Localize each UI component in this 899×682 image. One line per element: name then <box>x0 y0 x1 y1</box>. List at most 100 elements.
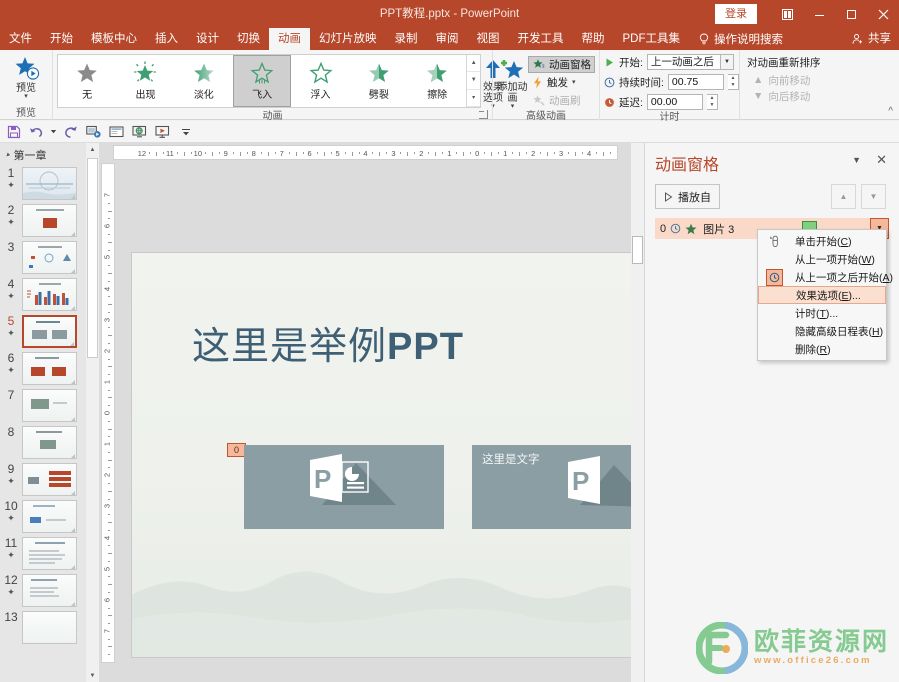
context-menu-start-after-previous[interactable]: 从上一项之后开始(A) <box>758 268 893 286</box>
slide-canvas[interactable]: 这里是举例PPT 0 P 这里是文字 P <box>132 253 632 657</box>
thumbnail-slide-10[interactable] <box>22 500 77 533</box>
ribbon-display-options-icon[interactable] <box>771 0 803 28</box>
stepper-down-icon[interactable]: ▼ <box>707 102 717 109</box>
section-collapse-icon[interactable]: ▾ <box>4 151 12 159</box>
thumbnail-slide-12[interactable] <box>22 574 77 607</box>
start-combo[interactable]: 上一动画之后 ▼ <box>646 54 734 70</box>
new-slide-icon[interactable] <box>106 122 127 141</box>
chevron-down-icon[interactable]: ▼ <box>720 54 734 70</box>
undo-icon[interactable] <box>26 122 47 141</box>
minimize-icon[interactable] <box>803 0 835 28</box>
slide-vertical-scrollbar[interactable] <box>631 143 644 682</box>
slide-title-text[interactable]: 这里是举例PPT <box>192 315 464 370</box>
save-icon[interactable] <box>3 122 24 141</box>
vertical-ruler[interactable]: 7 6 5 4 3 2 1 0 1 2 3 4 5 6 7 <box>101 163 115 663</box>
gallery-scroll-down-icon[interactable]: ▼ <box>467 72 480 90</box>
context-menu-timing[interactable]: 计时(T)... <box>758 304 886 322</box>
tab-file[interactable]: 文件 <box>0 28 41 50</box>
animation-pane-button[interactable]: 动画窗格 <box>528 56 595 73</box>
close-icon[interactable]: ✕ <box>876 152 887 168</box>
tab-slideshow[interactable]: 幻灯片放映 <box>310 28 386 50</box>
thumbnail-slide-9[interactable] <box>22 463 77 496</box>
animation-appear[interactable]: 出现 <box>116 55 174 107</box>
move-down-arrow-icon[interactable]: ▼ <box>861 184 886 209</box>
thumbnail-slide-3[interactable] <box>22 241 77 274</box>
thumbnail-row-9[interactable]: 9 ✦ <box>0 461 99 498</box>
preview-button[interactable]: 预览 ▾ <box>4 52 48 100</box>
thumbnail-row-3[interactable]: 3 <box>0 239 99 276</box>
customize-qat-icon[interactable] <box>175 122 196 141</box>
animation-fade[interactable]: 淡化 <box>175 55 233 107</box>
tab-template-center[interactable]: 模板中心 <box>82 28 146 50</box>
thumbnail-row-11[interactable]: 11 ✦ <box>0 535 99 572</box>
close-icon[interactable] <box>867 0 899 28</box>
stepper-up-icon[interactable]: ▲ <box>707 95 717 102</box>
scroll-down-icon[interactable]: ▼ <box>86 669 99 682</box>
horizontal-ruler[interactable]: 12 11 10 9 8 7 6 5 4 3 2 1 0 1 2 3 4 <box>113 145 618 160</box>
thumbnail-slide-6[interactable] <box>22 352 77 385</box>
context-menu-remove[interactable]: 删除(R) <box>758 340 886 358</box>
thumbnail-row-2[interactable]: 2 ✦ <box>0 202 99 239</box>
animation-none[interactable]: 无 <box>58 55 116 107</box>
animation-dialog-launcher[interactable] <box>479 110 488 119</box>
present-online-icon[interactable] <box>129 122 150 141</box>
thumbnail-row-6[interactable]: 6 ✦ <box>0 350 99 387</box>
context-menu-hide-advanced-timeline[interactable]: 隐藏高级日程表(H) <box>758 322 886 340</box>
gallery-scroll-up-icon[interactable]: ▲ <box>467 55 480 73</box>
thumbnail-scrollbar[interactable]: ▲ ▼ <box>86 143 99 682</box>
tab-insert[interactable]: 插入 <box>146 28 187 50</box>
share-button[interactable]: 共享 <box>852 28 891 50</box>
move-later-button[interactable]: ▼ 向后移动 <box>747 88 810 104</box>
thumbnail-slide-4[interactable] <box>22 278 77 311</box>
tab-review[interactable]: 审阅 <box>427 28 468 50</box>
move-earlier-button[interactable]: ▲ 向前移动 <box>747 72 810 88</box>
start-value[interactable]: 上一动画之后 <box>646 54 721 70</box>
trigger-button[interactable]: 触发 ▾ <box>528 74 595 91</box>
stepper-up-icon[interactable]: ▲ <box>728 75 738 82</box>
move-up-arrow-icon[interactable]: ▲ <box>831 184 856 209</box>
slide-card-2[interactable]: 这里是文字 P <box>472 445 632 529</box>
thumbnail-row-13[interactable]: 13 <box>0 609 99 646</box>
chevron-down-icon[interactable]: ▾ <box>24 93 28 100</box>
context-menu-effect-options[interactable]: 效果选项(E)... <box>758 286 886 304</box>
tab-help[interactable]: 帮助 <box>573 28 614 50</box>
scrollbar-thumb[interactable] <box>632 236 643 264</box>
chevron-down-icon[interactable]: ▾ <box>572 79 576 86</box>
section-header[interactable]: ▾ 第一章 <box>0 143 99 165</box>
slide-card-1[interactable]: P <box>244 445 444 529</box>
animation-split[interactable]: 劈裂 <box>350 55 408 107</box>
tab-view[interactable]: 视图 <box>468 28 509 50</box>
slideshow-icon[interactable] <box>152 122 173 141</box>
tab-record[interactable]: 录制 <box>386 28 427 50</box>
gallery-more-icon[interactable]: ▾ <box>467 90 480 107</box>
thumbnail-slide-8[interactable] <box>22 426 77 459</box>
duration-value[interactable]: 00.75 <box>667 74 724 90</box>
thumbnail-row-8[interactable]: 8 <box>0 424 99 461</box>
tab-design[interactable]: 设计 <box>187 28 228 50</box>
thumbnail-slide-7[interactable] <box>22 389 77 422</box>
animation-float-in[interactable]: 浮入 <box>291 55 349 107</box>
delay-stepper[interactable]: ▲ ▼ <box>706 94 718 110</box>
start-from-beginning-icon[interactable] <box>83 122 104 141</box>
duration-stepper[interactable]: ▲ ▼ <box>727 74 739 90</box>
tab-pdf-tools[interactable]: PDF工具集 <box>614 28 690 50</box>
thumbnail-row-7[interactable]: 7 <box>0 387 99 424</box>
thumbnail-row-10[interactable]: 10 ✦ <box>0 498 99 535</box>
tab-developer[interactable]: 开发工具 <box>509 28 573 50</box>
collapse-ribbon-icon[interactable]: ^ <box>888 106 893 117</box>
context-menu-start-with-previous[interactable]: 从上一项开始(W) <box>758 250 886 268</box>
chevron-down-icon[interactable]: ▼ <box>852 155 861 165</box>
thumbnail-row-5[interactable]: 5 ✦ <box>0 313 99 350</box>
thumbnail-slide-11[interactable] <box>22 537 77 570</box>
thumbnail-slide-1[interactable] <box>22 167 77 200</box>
sign-in-button[interactable]: 登录 <box>715 4 757 24</box>
play-from-button[interactable]: 播放自 <box>655 184 720 209</box>
tab-animations[interactable]: 动画 <box>269 28 310 50</box>
delay-value[interactable]: 00.00 <box>646 94 703 110</box>
maximize-icon[interactable] <box>835 0 867 28</box>
redo-icon[interactable] <box>60 122 81 141</box>
slide-thumbnail-pane[interactable]: ▾ 第一章 1 ✦ 2 ✦ 3 4 ✦ 5 ✦ 6 ✦ 7 8 9 ✦ 10 ✦… <box>0 143 99 682</box>
tab-transitions[interactable]: 切换 <box>228 28 269 50</box>
thumbnail-row-1[interactable]: 1 ✦ <box>0 165 99 202</box>
thumbnail-row-12[interactable]: 12 ✦ <box>0 572 99 609</box>
